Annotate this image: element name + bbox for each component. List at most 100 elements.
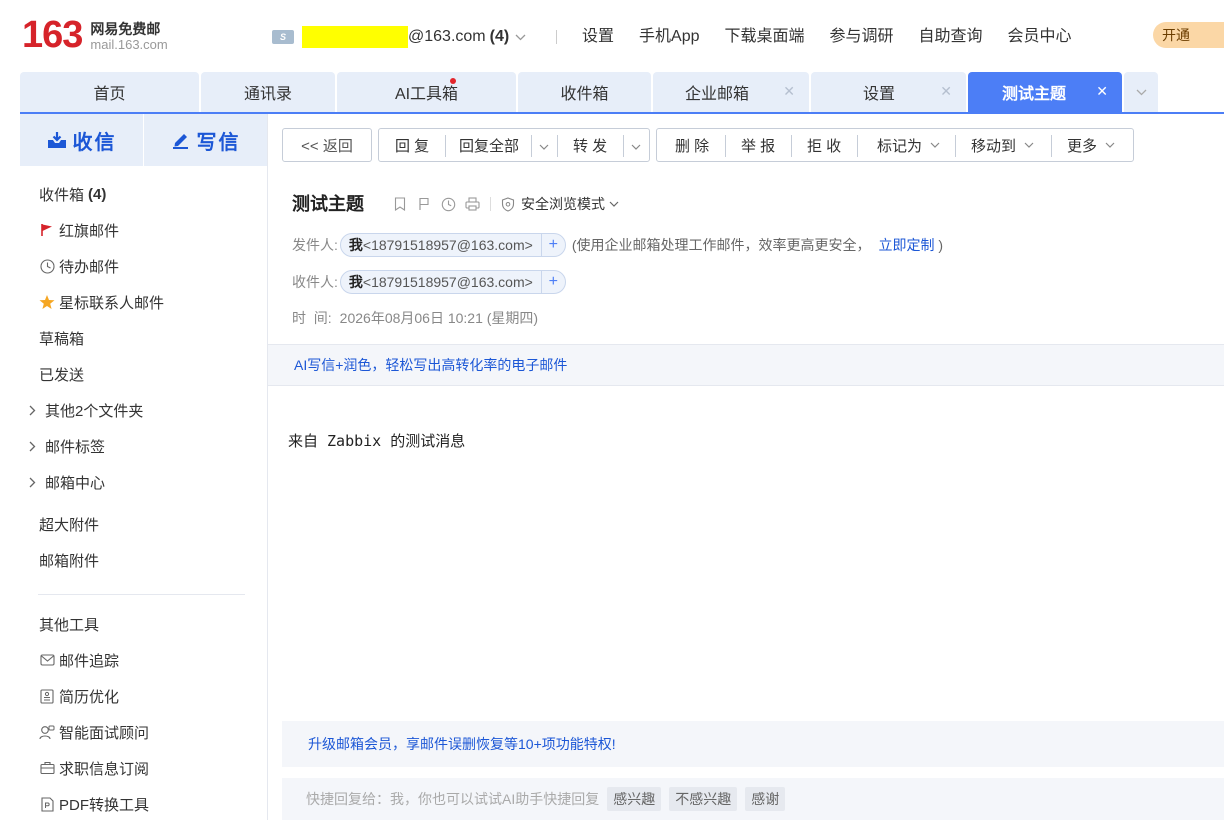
inbox-download-icon <box>47 132 66 148</box>
back-button[interactable]: << 返回 <box>282 128 372 162</box>
tool-label: PDF转换工具 <box>59 796 150 814</box>
header-divider <box>556 30 557 44</box>
folder-label: 红旗邮件 <box>59 222 120 240</box>
header-link-settings[interactable]: 设置 <box>582 26 614 48</box>
tool-job-subscription[interactable]: 求职信息订阅 <box>20 750 267 786</box>
forward-dropdown[interactable] <box>631 137 641 154</box>
print-icon[interactable] <box>464 196 480 212</box>
tool-label: 简历优化 <box>59 688 120 706</box>
tab-settings[interactable]: 设置 ✕ <box>811 72 966 112</box>
tab-contacts[interactable]: 通讯录 <box>201 72 335 112</box>
to-address-chip[interactable]: 我 <18791518957@163.com> + <box>339 270 566 294</box>
folder-flagged[interactable]: 红旗邮件 <box>20 212 267 248</box>
account-unread-count: (4) <box>489 28 510 45</box>
chevron-down-icon <box>1105 139 1115 151</box>
close-icon[interactable]: ✕ <box>940 83 952 100</box>
add-contact-icon[interactable]: + <box>540 234 565 256</box>
report-button[interactable]: 举 报 <box>741 135 775 156</box>
to-name: 我 <box>348 274 363 290</box>
move-to-dropdown[interactable]: 移动到 <box>971 135 1034 156</box>
header-link-download-desktop[interactable]: 下载桌面端 <box>725 26 805 48</box>
quick-reply-tag-not-interested[interactable]: 不感兴趣 <box>669 787 738 811</box>
upgrade-banner[interactable]: 升级邮箱会员，享邮件误删恢复等10+项功能特权! <box>282 721 1224 767</box>
pen-icon <box>172 134 188 149</box>
customize-now-link[interactable]: 立即定制 <box>878 237 934 253</box>
reply-all-dropdown[interactable] <box>539 137 549 154</box>
more-label: 更多 <box>1067 137 1098 155</box>
time-label: 时 间: <box>292 310 332 326</box>
tab-ai-toolbox[interactable]: AI工具箱 <box>337 72 516 112</box>
forward-button[interactable]: 转 发 <box>573 135 607 156</box>
tool-interview-advisor[interactable]: 智能面试顾问 <box>20 714 267 750</box>
safe-browsing-dropdown[interactable]: 安全浏览模式 <box>501 194 619 214</box>
close-icon[interactable]: ✕ <box>783 83 795 100</box>
tab-more-dropdown[interactable] <box>1124 72 1158 112</box>
folder-sent[interactable]: 已发送 <box>20 356 267 392</box>
delete-button[interactable]: 删 除 <box>675 135 709 156</box>
add-contact-icon[interactable]: + <box>540 271 565 293</box>
reply-all-button[interactable]: 回复全部 <box>459 135 519 156</box>
tab-label: 设置 <box>863 86 896 103</box>
time-row: 时 间: 2026年08月06日 10:21 (星期四) <box>292 306 538 330</box>
account-domain: @163.com <box>408 28 486 45</box>
back-label: << 返回 <box>301 137 353 155</box>
quick-reply-placeholder: 快捷回复给：我，你也可以试试AI助手快捷回复 <box>306 791 600 807</box>
quick-reply-tag-interested[interactable]: 感兴趣 <box>607 787 662 811</box>
from-name: 我 <box>348 237 363 253</box>
reply-group: 回 复 回复全部 转 发 <box>378 128 650 162</box>
tab-home[interactable]: 首页 <box>20 72 199 112</box>
bookmark-icon[interactable] <box>392 196 408 212</box>
reply-button[interactable]: 回 复 <box>395 135 429 156</box>
folder-large-attachments[interactable]: 超大附件 <box>20 506 267 542</box>
close-icon[interactable]: ✕ <box>1096 83 1108 100</box>
folder-mailbox-center[interactable]: 邮箱中心 <box>20 464 267 500</box>
receive-label: 收信 <box>72 131 117 154</box>
folder-mail-tags[interactable]: 邮件标签 <box>20 428 267 464</box>
ai-writing-banner[interactable]: AI写信+润色，轻松写出高转化率的电子邮件 <box>268 344 1224 386</box>
more-dropdown[interactable]: 更多 <box>1067 135 1115 156</box>
tool-resume-optimize[interactable]: 简历优化 <box>20 678 267 714</box>
quick-reply-bar[interactable]: 快捷回复给：我，你也可以试试AI助手快捷回复 感兴趣 不感兴趣 感谢 <box>282 778 1224 820</box>
from-address: <18791518957@163.com> <box>362 237 533 253</box>
folder-label: 收件箱 <box>39 186 85 204</box>
clock-icon <box>39 258 55 274</box>
open-membership-button[interactable]: 开通 <box>1153 22 1224 48</box>
tab-inbox[interactable]: 收件箱 <box>518 72 651 112</box>
enterprise-note-text: (使用企业邮箱处理工作邮件，效率更高更安全， <box>571 237 871 253</box>
header-link-mobile-app[interactable]: 手机App <box>639 26 699 48</box>
tab-enterprise-mail[interactable]: 企业邮箱 ✕ <box>653 72 809 112</box>
tab-test-subject[interactable]: 测试主题 ✕ <box>968 72 1122 112</box>
folder-label: 其他2个文件夹 <box>45 402 144 420</box>
star-icon <box>39 294 55 310</box>
clock-icon[interactable] <box>440 196 456 212</box>
from-address-chip[interactable]: 我 <18791518957@163.com> + <box>339 233 566 257</box>
notification-dot-icon <box>450 78 456 84</box>
header-link-self-service[interactable]: 自助查询 <box>919 26 983 48</box>
enterprise-note: (使用企业邮箱处理工作邮件，效率更高更安全， 立即定制 ) <box>572 235 943 255</box>
flag-icon[interactable] <box>416 196 432 212</box>
compose-label: 写信 <box>196 131 241 154</box>
folder-other-folders[interactable]: 其他2个文件夹 <box>20 392 267 428</box>
folder-inbox[interactable]: 收件箱 (4) <box>20 176 267 212</box>
account-switcher[interactable]: S @163.com (4) <box>272 26 526 48</box>
logo-number: 163 <box>22 14 83 56</box>
receive-button[interactable]: 收信 <box>20 114 143 166</box>
folder-mailbox-attachments[interactable]: 邮箱附件 <box>20 542 267 578</box>
toolbar-divider <box>725 135 726 157</box>
resume-doc-icon <box>39 688 55 704</box>
tool-pdf-convert[interactable]: PDF转换工具 <box>20 786 267 822</box>
mark-as-dropdown[interactable]: 标记为 <box>877 135 940 156</box>
tool-mail-tracking[interactable]: 邮件追踪 <box>20 642 267 678</box>
sidebar-divider <box>38 594 245 595</box>
folder-todo[interactable]: 待办邮件 <box>20 248 267 284</box>
header-link-member-center[interactable]: 会员中心 <box>1008 26 1072 48</box>
quick-reply-tag-thanks[interactable]: 感谢 <box>745 787 786 811</box>
account-name-redacted <box>302 26 408 48</box>
header-link-survey[interactable]: 参与调研 <box>830 26 894 48</box>
logo[interactable]: 163 网易免费邮 mail.163.com <box>22 16 168 54</box>
folder-drafts[interactable]: 草稿箱 <box>20 320 267 356</box>
compose-button[interactable]: 写信 <box>144 114 267 166</box>
folder-starred-contacts[interactable]: 星标联系人邮件 <box>20 284 267 320</box>
reject-button[interactable]: 拒 收 <box>807 135 841 156</box>
tool-label: 求职信息订阅 <box>59 760 150 778</box>
